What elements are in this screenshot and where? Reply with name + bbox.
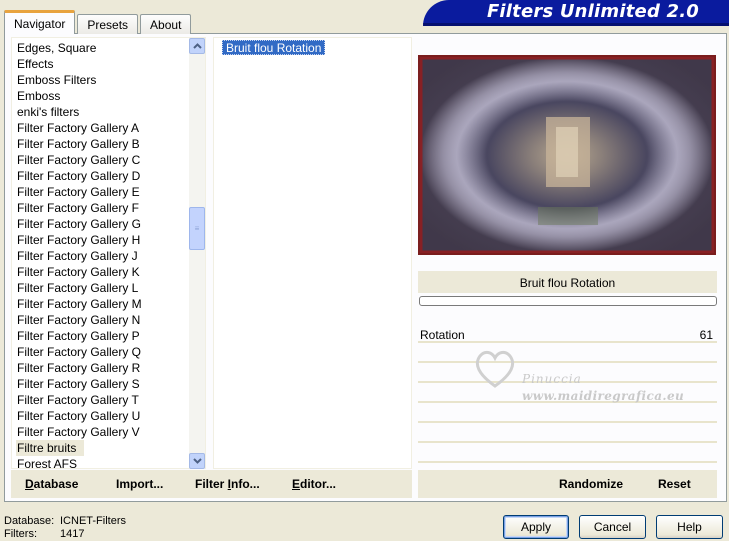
left-action-bar: Database Import... Filter Info... Editor… <box>11 470 412 498</box>
filter-list[interactable]: Bruit flou Rotation <box>213 37 412 469</box>
filters-count-label: Filters: <box>4 528 37 540</box>
database-info: Database: ICNET-Filters Filters: 1417 <box>4 515 126 541</box>
parameters-panel: Rotation 61 <box>418 328 717 470</box>
param-row-empty <box>418 428 717 443</box>
progress-bar <box>419 296 717 306</box>
category-item[interactable]: enki's filters <box>16 104 80 120</box>
category-item[interactable]: Filter Factory Gallery S <box>16 376 141 392</box>
help-button[interactable]: Help <box>656 515 723 539</box>
category-item[interactable]: Filter Factory Gallery J <box>16 248 139 264</box>
param-label: Rotation <box>420 328 465 342</box>
category-item[interactable]: Edges, Square <box>16 40 97 56</box>
tab-about[interactable]: About <box>140 14 192 34</box>
preview-filter-name: Bruit flou Rotation <box>418 271 717 293</box>
right-action-bar: Randomize Reset <box>418 470 717 498</box>
category-item[interactable]: Filter Factory Gallery E <box>16 184 141 200</box>
cancel-button[interactable]: Cancel <box>579 515 646 539</box>
param-row-rotation[interactable]: Rotation 61 <box>418 328 717 343</box>
scroll-up-button[interactable] <box>189 38 205 54</box>
chevron-up-icon <box>192 43 202 49</box>
filter-item-selected[interactable]: Bruit flou Rotation <box>222 40 326 55</box>
category-item[interactable]: Filter Factory Gallery L <box>16 280 139 296</box>
app-banner: Filters Unlimited 2.0 <box>423 0 729 26</box>
chevron-down-icon <box>192 458 202 464</box>
preview-image <box>418 55 716 255</box>
import-button[interactable]: Import... <box>116 470 163 498</box>
category-item[interactable]: Filter Factory Gallery T <box>16 392 140 408</box>
category-item[interactable]: Filter Factory Gallery G <box>16 216 142 232</box>
category-list[interactable]: Edges, Square Effects Emboss Filters Emboss… <box>11 37 206 471</box>
category-item[interactable]: Filtre bruits <box>16 440 85 456</box>
category-item[interactable]: Filter Factory Gallery F <box>16 200 140 216</box>
category-item[interactable]: Filter Factory Gallery M <box>16 296 143 312</box>
category-item[interactable]: Filter Factory Gallery H <box>16 232 141 248</box>
filter-info-button[interactable]: Filter Info... <box>195 470 260 498</box>
database-button[interactable]: Database <box>25 470 78 498</box>
param-row-empty <box>418 368 717 383</box>
category-scrollbar[interactable]: ≡ <box>189 38 205 469</box>
filters-count-value: 1417 <box>60 528 85 540</box>
reset-button[interactable]: Reset <box>658 470 691 498</box>
scroll-thumb[interactable]: ≡ <box>189 207 205 250</box>
app-title: Filters Unlimited 2.0 <box>486 1 699 22</box>
param-value: 61 <box>699 328 713 342</box>
param-row-empty <box>418 388 717 403</box>
category-item[interactable]: Filter Factory Gallery K <box>16 264 141 280</box>
category-item[interactable]: Filter Factory Gallery N <box>16 312 141 328</box>
category-item[interactable]: Emboss Filters <box>16 72 97 88</box>
tab-presets[interactable]: Presets <box>77 14 139 34</box>
param-row-empty <box>418 348 717 363</box>
category-item[interactable]: Emboss <box>16 88 61 104</box>
category-item[interactable]: Filter Factory Gallery V <box>16 424 141 440</box>
param-row-empty <box>418 448 717 463</box>
category-item[interactable]: Filter Factory Gallery U <box>16 408 141 424</box>
category-item[interactable]: Filter Factory Gallery C <box>16 152 141 168</box>
randomize-button[interactable]: Randomize <box>559 470 623 498</box>
category-item[interactable]: Filter Factory Gallery B <box>16 136 141 152</box>
category-item[interactable]: Filter Factory Gallery D <box>16 168 141 184</box>
param-row-empty <box>418 408 717 423</box>
category-item[interactable]: Filter Factory Gallery A <box>16 120 140 136</box>
editor-button[interactable]: Editor... <box>292 470 336 498</box>
apply-button[interactable]: Apply <box>503 515 569 539</box>
database-label: Database: <box>4 515 55 527</box>
category-item[interactable]: Filter Factory Gallery Q <box>16 344 142 360</box>
category-item[interactable]: Filter Factory Gallery P <box>16 328 141 344</box>
category-item[interactable]: Filter Factory Gallery R <box>16 360 141 376</box>
tab-bar: Navigator Presets About <box>4 10 193 34</box>
scroll-down-button[interactable] <box>189 453 205 469</box>
category-item[interactable]: Effects <box>16 56 54 72</box>
tab-navigator[interactable]: Navigator <box>4 10 76 34</box>
database-value: ICNET-Filters <box>60 515 126 527</box>
